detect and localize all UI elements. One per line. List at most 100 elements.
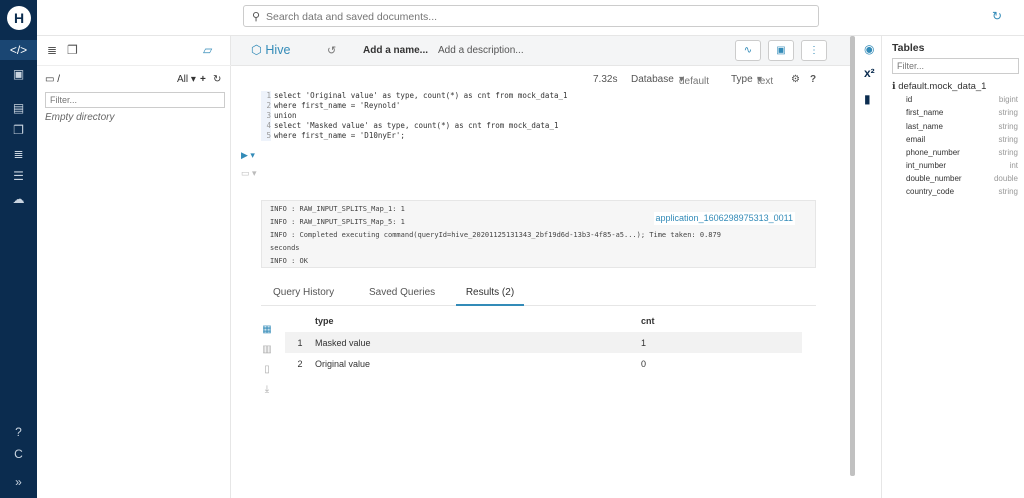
column-name: phone_number xyxy=(906,148,960,157)
column-header-type[interactable]: type xyxy=(315,310,641,332)
cell-cnt: 0 xyxy=(641,358,647,369)
left-nav: H </> ▣ ▤ ❐ ≣ ☰ ☁ ? C » xyxy=(0,0,37,498)
column-item[interactable]: phone_number string xyxy=(906,148,1018,157)
server-icon[interactable]: ☰ xyxy=(0,166,37,186)
book-icon[interactable]: ▮ xyxy=(864,92,871,106)
tables-filter-input[interactable] xyxy=(892,58,1019,74)
column-type: bigint xyxy=(998,95,1018,104)
help-icon[interactable]: ? xyxy=(0,422,37,442)
column-name: last_name xyxy=(906,122,943,131)
result-view-buttons: ▦ ▥ ▯ ⤓ xyxy=(259,324,275,404)
more-button[interactable]: ⋮ xyxy=(801,40,827,61)
refresh-icon[interactable]: ↻ xyxy=(213,74,221,85)
empty-directory-text: Empty directory xyxy=(45,112,115,123)
row-num-header xyxy=(285,310,315,332)
table-name-row[interactable]: ℹ default.mock_data_1 xyxy=(892,81,986,92)
documents-icon[interactable]: ❐ xyxy=(0,120,37,140)
table-name: default.mock_data_1 xyxy=(898,81,987,92)
table-row[interactable]: 2 Original value 0 xyxy=(285,353,802,374)
column-header-cnt[interactable]: cnt xyxy=(641,310,802,332)
briefcase-icon[interactable]: ▤ xyxy=(0,98,37,118)
assist-filter-input[interactable] xyxy=(45,92,225,108)
chart-view-icon[interactable]: ▥ xyxy=(259,344,275,364)
log-line: INFO : Completed executing command(query… xyxy=(270,231,721,239)
code-text: select 'Masked value' as type, count(*) … xyxy=(274,121,559,130)
application-link[interactable]: application_1606298975313_0011 xyxy=(653,212,795,225)
row-number: 2 xyxy=(297,358,303,369)
info-icon[interactable]: ℹ xyxy=(892,81,896,92)
cloud-upload-icon[interactable]: ☁ xyxy=(0,189,37,209)
code-text: where first_name = 'Reynold' xyxy=(274,101,401,110)
assist-tabs: ≣ ❐ ▱ xyxy=(37,36,231,66)
column-item[interactable]: last_name string xyxy=(906,122,1018,131)
add-icon[interactable]: + xyxy=(200,74,206,85)
documents-tab-icon[interactable]: ❐ xyxy=(67,43,78,57)
type-select[interactable]: text ▾ xyxy=(757,74,773,87)
code-line: 4 select 'Masked value' as type, count(*)… xyxy=(261,121,801,131)
chart-button[interactable]: ∿ xyxy=(735,40,761,61)
dashboard-icon[interactable]: ▣ xyxy=(0,64,37,84)
column-item[interactable]: double_number double xyxy=(906,174,1018,183)
global-search[interactable]: ⚲ xyxy=(243,5,819,27)
code-text: where first_name = 'D10nyEr'; xyxy=(274,131,405,140)
query-name[interactable]: Add a name... xyxy=(363,45,428,56)
code-line: 5 where first_name = 'D10nyEr'; xyxy=(261,131,801,141)
column-name: int_number xyxy=(906,161,947,170)
code-text: select 'Original value' as type, count(*… xyxy=(274,91,568,100)
run-button[interactable]: ▶ ▾ xyxy=(241,150,255,161)
user-avatar[interactable]: C xyxy=(0,444,37,464)
column-type: double xyxy=(993,174,1018,183)
grid-view-icon[interactable]: ▦ xyxy=(259,324,275,344)
database-icon[interactable]: ≣ xyxy=(0,144,37,164)
database-tab-icon[interactable]: ≣ xyxy=(47,43,57,57)
column-item[interactable]: country_code string xyxy=(906,187,1018,196)
snippet-icon[interactable]: ▭ ▾ xyxy=(241,168,257,179)
code-editor[interactable]: 1 select 'Original value' as type, count(… xyxy=(261,91,801,211)
columns-icon[interactable]: ▯ xyxy=(259,364,275,384)
column-type: int xyxy=(1009,161,1018,170)
files-tab-icon[interactable]: ▱ xyxy=(203,43,212,57)
expand-icon[interactable]: » xyxy=(0,472,37,492)
save-button[interactable]: ▣ xyxy=(768,40,794,61)
log-panel: INFO : RAW_INPUT_SPLITS_Map_1: 1 INFO : … xyxy=(261,200,816,268)
cell-cnt: 1 xyxy=(641,332,802,353)
app-name: Hive xyxy=(265,43,291,57)
column-item[interactable]: first_name string xyxy=(906,108,1018,117)
row-number: 1 xyxy=(285,332,315,353)
tab-results[interactable]: Results (2) xyxy=(456,287,524,306)
cell-type: Original value xyxy=(315,358,371,369)
search-input[interactable] xyxy=(266,9,806,24)
column-type: string xyxy=(998,108,1018,117)
query-description[interactable]: Add a description... xyxy=(438,45,524,56)
code-line: 2 where first_name = 'Reynold' xyxy=(261,101,801,111)
editor-icon[interactable]: </> xyxy=(0,40,37,60)
download-icon[interactable]: ⤓ xyxy=(259,384,275,404)
settings-icon[interactable]: ⚙ xyxy=(791,74,800,85)
top-bar: ⚲ ↻ xyxy=(37,0,1024,36)
column-type: string xyxy=(998,135,1018,144)
table-row[interactable]: 1 Masked value 1 xyxy=(285,332,802,353)
hue-logo[interactable]: H xyxy=(7,6,31,30)
database-select[interactable]: default ▾ xyxy=(679,74,709,87)
editor-scrollbar[interactable] xyxy=(850,36,855,476)
compass-icon[interactable]: ◉ xyxy=(864,42,874,56)
column-type: string xyxy=(998,187,1018,196)
undo-icon[interactable]: ↺ xyxy=(327,44,336,57)
all-filter-dropdown[interactable]: All ▾ xyxy=(177,74,196,85)
column-item[interactable]: id bigint xyxy=(906,95,1018,104)
tables-title: Tables xyxy=(892,42,925,54)
type-label: Type xyxy=(731,74,753,85)
current-path: / xyxy=(57,74,61,85)
exec-time: 7.32s xyxy=(593,74,618,85)
history-icon[interactable]: ↻ xyxy=(992,9,1002,23)
column-item[interactable]: email string xyxy=(906,135,1018,144)
tab-saved-queries[interactable]: Saved Queries xyxy=(369,287,435,298)
assist-panel: ≣ ❐ ▱ ▭ / All ▾ + ↻ Empty directory xyxy=(37,36,231,498)
results-table: type cnt 1 Masked value 1 2 Original val… xyxy=(285,310,802,374)
column-item[interactable]: int_number int xyxy=(906,161,1018,170)
hive-label[interactable]: ⬡ Hive xyxy=(251,42,290,57)
help-query-icon[interactable]: ? xyxy=(810,74,816,85)
function-icon[interactable]: x² xyxy=(864,66,875,80)
right-icon-column: ◉ x² ▮ xyxy=(858,36,882,498)
tab-query-history[interactable]: Query History xyxy=(273,287,334,298)
